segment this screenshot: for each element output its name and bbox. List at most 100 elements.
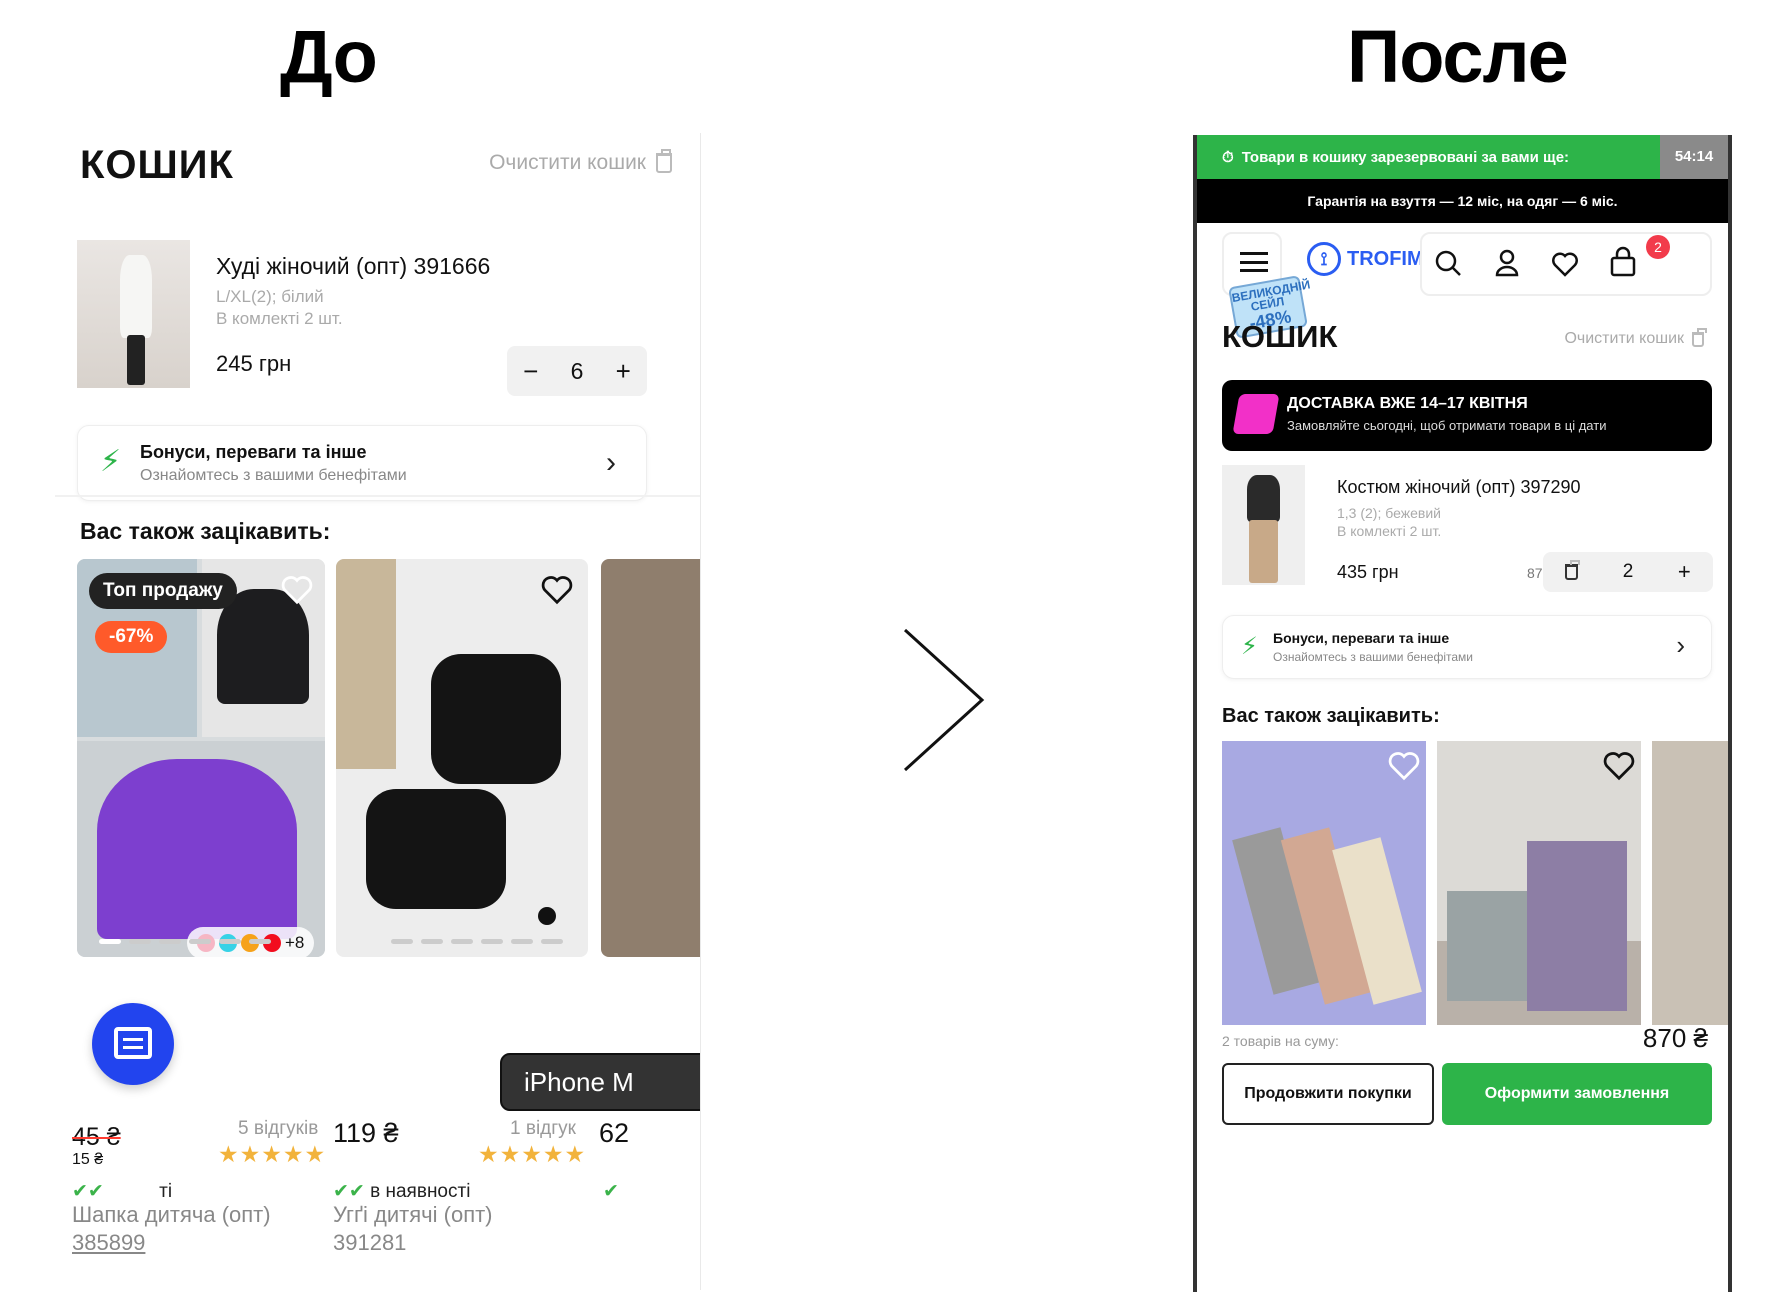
product-price-partial: 62 (599, 1118, 630, 1148)
plus-icon[interactable]: + (1678, 559, 1691, 585)
cart-title: КОШИК (80, 143, 234, 187)
clear-cart-button[interactable]: Очистити кошик (1564, 327, 1707, 348)
logo-mark: ⟟ (1307, 242, 1341, 276)
image-pagination (99, 939, 271, 944)
rating-stars: ★★★★★ (218, 1141, 327, 1167)
continue-shopping-button[interactable]: Продовжити покупки (1222, 1063, 1434, 1125)
product-price: 119 ₴ (333, 1118, 399, 1148)
trash-icon[interactable] (1565, 560, 1581, 580)
reservation-banner: ⏱ Товари в кошику зарезервовані за вами … (1197, 135, 1728, 179)
logo[interactable]: ⟟ TROFIM (1307, 242, 1424, 276)
trash-icon (1692, 327, 1707, 347)
menu-icon[interactable] (1240, 252, 1268, 272)
cart-count-badge: 2 (1646, 235, 1670, 259)
cart-item-price: 245 грн (216, 351, 292, 376)
bonus-title: Бонуси, переваги та інше (1273, 630, 1450, 646)
product-card[interactable]: Топ продажу -67% +8 (77, 559, 325, 957)
cart-item-variant: L/XL(2); білий (216, 287, 324, 306)
quantity-value[interactable]: 2 (1623, 561, 1634, 583)
chat-icon (114, 1027, 152, 1059)
product-thumbnail[interactable] (77, 240, 190, 388)
quantity-value[interactable]: 6 (571, 358, 584, 385)
delivery-subtitle: Замовляйте сьогодні, щоб отримати товари… (1287, 418, 1607, 433)
plus-icon[interactable]: + (616, 356, 631, 387)
top-sales-badge: Топ продажу (89, 573, 237, 609)
arrow-right-icon (903, 628, 985, 772)
product-card[interactable] (336, 559, 588, 957)
user-icon[interactable] (1479, 233, 1535, 293)
product-thumbnail[interactable] (1222, 465, 1305, 585)
product-name[interactable]: Угґі дитячі (опт) 391281 (333, 1201, 493, 1257)
minus-icon[interactable]: − (523, 356, 538, 387)
delivery-banner: ДОСТАВКА ВЖЕ 14–17 КВІТНЯ Замовляйте сьо… (1222, 380, 1712, 451)
reviews-count[interactable]: 5 відгуків (238, 1118, 318, 1140)
recommendations-title: Вас також зацікавить: (80, 518, 331, 544)
check-icon: ✔✔ (72, 1181, 104, 1202)
cart-item-name[interactable]: Худі жіночий (опт) 391666 (216, 253, 490, 280)
availability: ✔✔ в наявності (333, 1180, 470, 1203)
reservation-timer: 54:14 (1660, 135, 1728, 179)
before-heading: До (280, 15, 378, 98)
clear-cart-label: Очистити кошик (1564, 330, 1684, 347)
check-icon: ✔✔ (333, 1181, 365, 1202)
discount-badge: -67% (95, 621, 168, 653)
guarantee-banner: Гарантія на взуття — 12 міс, на одяг — 6… (1197, 179, 1728, 223)
heart-icon[interactable] (1537, 233, 1593, 293)
clear-cart-button[interactable]: Очистити кошик (489, 149, 672, 175)
cart-item-variant: 1,3 (2); бежевий (1337, 505, 1441, 521)
reviews-count[interactable]: 1 відгук (510, 1118, 576, 1140)
availability-text: в наявності (370, 1181, 471, 1202)
product-card[interactable] (1222, 741, 1426, 1025)
bonus-banner[interactable]: ⚡ Бонуси, переваги та інше Ознайомтесь з… (77, 425, 647, 501)
logo-text: TROFIM (1347, 247, 1424, 270)
search-icon[interactable] (1421, 233, 1477, 293)
cart-title: КОШИК (1222, 319, 1338, 354)
cart-icon[interactable] (1595, 233, 1651, 293)
after-screen: ⏱ Товари в кошику зарезервовані за вами … (1193, 135, 1732, 1292)
bolt-icon: ⚡ (100, 445, 122, 478)
cart-item-price: 435 грн (1337, 562, 1399, 582)
image-pagination (391, 939, 563, 944)
reservation-text: Товари в кошику зарезервовані за вами ще… (1241, 148, 1570, 166)
cart-item-name[interactable]: Костюм жіночий (опт) 397290 (1337, 477, 1581, 498)
color-dot[interactable] (538, 907, 556, 925)
clear-cart-label: Очистити кошик (489, 151, 646, 174)
bonus-subtitle: Ознайомтесь з вашими бенефітами (1273, 650, 1473, 664)
recommendations-title: Вас також зацікавить: (1222, 705, 1440, 727)
cart-item-set: В комлекті 2 шт. (216, 309, 343, 328)
timer-icon: ⏱ (1222, 148, 1234, 166)
product-card[interactable] (601, 559, 700, 957)
device-tooltip: iPhone M (500, 1053, 700, 1111)
bonus-title: Бонуси, переваги та інше (140, 442, 367, 462)
heart-icon[interactable] (1602, 751, 1636, 781)
availability: ✔✔ ті (72, 1180, 172, 1203)
truck-icon (1232, 394, 1280, 434)
product-card[interactable] (1652, 741, 1728, 1025)
quantity-stepper: 2 + (1543, 552, 1713, 592)
bolt-icon: ⚡ (1241, 633, 1258, 660)
divider (55, 495, 700, 497)
chevron-right-icon: › (606, 446, 616, 479)
heart-icon[interactable] (1387, 751, 1421, 781)
bonus-banner[interactable]: ⚡ Бонуси, переваги та інше Ознайомтесь з… (1222, 615, 1712, 679)
after-heading: После (1347, 15, 1569, 98)
rating-stars: ★★★★★ (478, 1141, 587, 1167)
heart-icon[interactable] (280, 575, 314, 605)
quantity-stepper: − 6 + (507, 346, 647, 396)
total-value: 870 ₴ (1642, 1023, 1708, 1053)
check-icon: ✔ (603, 1181, 619, 1202)
total-label: 2 товарів на суму: (1222, 1033, 1339, 1049)
trash-icon (656, 149, 672, 173)
product-card[interactable] (1437, 741, 1641, 1025)
checkout-button[interactable]: Оформити замовлення (1442, 1063, 1712, 1125)
chat-button[interactable] (92, 1003, 174, 1085)
product-name[interactable]: Шапка дитяча (опт) 385899 (72, 1201, 271, 1257)
availability-text: ті (159, 1181, 173, 1202)
old-price: 45 ₴ (72, 1123, 121, 1151)
extra-colors-count: +8 (285, 933, 305, 952)
before-screen: КОШИК Очистити кошик Худі жіночий (опт) … (55, 133, 701, 1290)
availability: ✔ (603, 1180, 619, 1203)
cart-item-set: В комлекті 2 шт. (1337, 523, 1442, 539)
chevron-right-icon: › (1676, 630, 1685, 660)
heart-icon[interactable] (540, 575, 574, 605)
